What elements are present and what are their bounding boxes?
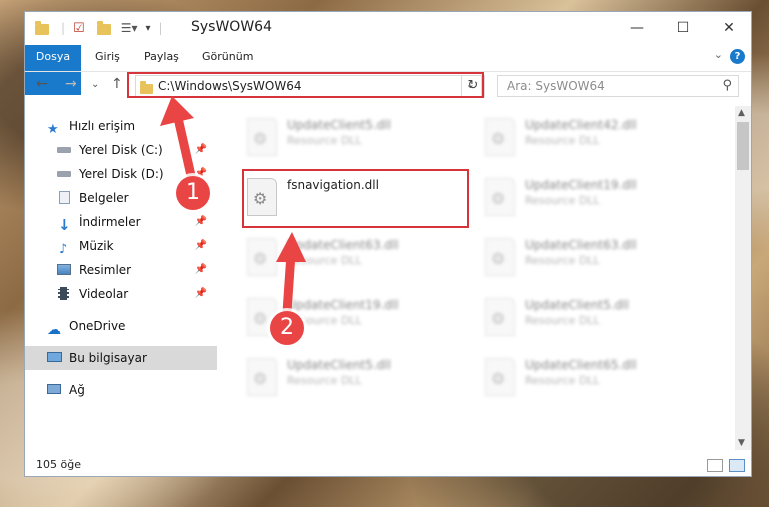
callout-2: 2 [270, 311, 304, 345]
arrow-1 [160, 96, 197, 185]
arrow-2 [276, 232, 306, 317]
annotation-arrows [160, 96, 306, 317]
callout-1: 1 [176, 176, 210, 210]
